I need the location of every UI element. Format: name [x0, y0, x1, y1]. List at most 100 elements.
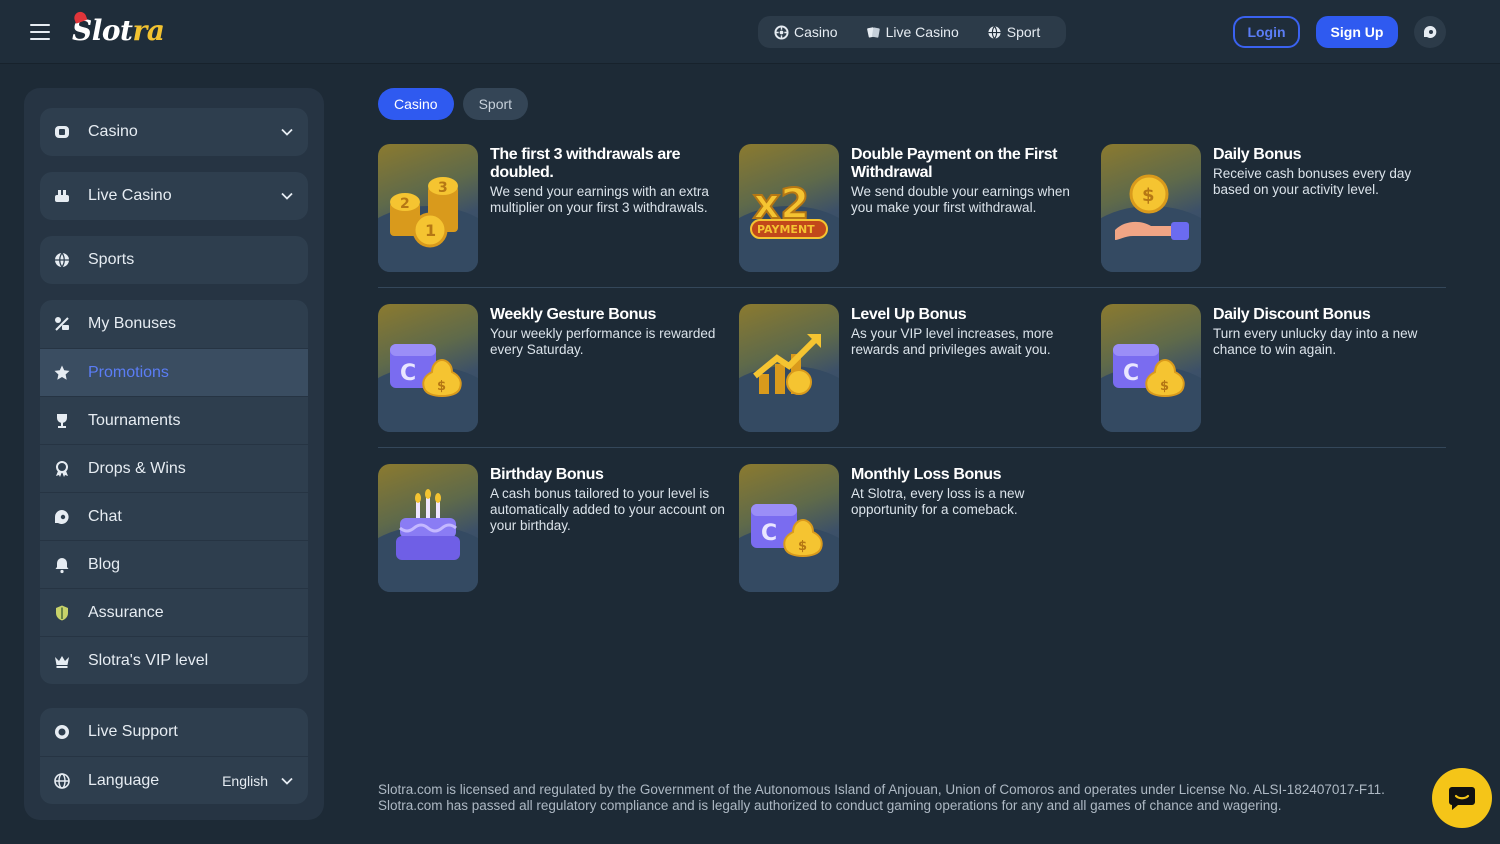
- sidebar-item-my-bonuses[interactable]: My Bonuses: [40, 300, 308, 348]
- chevron-down-icon: [281, 128, 293, 136]
- promo-thumbnail: x2 PAYMENT: [739, 144, 839, 272]
- promo-tabs: Casino Sport: [378, 88, 529, 120]
- sidebar-item-live-casino[interactable]: Live Casino: [40, 172, 308, 220]
- top-header: Slotra Casino Live Casino Sport Login Si…: [0, 0, 1500, 64]
- row-divider: [378, 447, 1446, 448]
- sidebar-group-account: My Bonuses Promotions Tournaments Drops …: [40, 300, 308, 684]
- svg-text:C: C: [400, 361, 416, 386]
- hand-coin-icon: $: [1115, 174, 1189, 240]
- svg-text:$: $: [1142, 185, 1155, 206]
- promo-description: Your weekly performance is rewarded ever…: [490, 326, 716, 357]
- sidebar: Casino Live Casino Sports My Bonuses Pro…: [24, 88, 324, 820]
- trophy-icon: [52, 411, 72, 431]
- chart-up-icon: [753, 334, 821, 395]
- promo-thumbnail: C $: [1101, 304, 1201, 432]
- chat-bubble-icon: [1449, 787, 1475, 810]
- promo-card[interactable]: C $ Daily Discount Bonus Turn every unlu…: [1101, 304, 1446, 432]
- promo-title: The first 3 withdrawals are doubled.: [490, 146, 681, 181]
- promo-description: A cash bonus tailored to your level is a…: [490, 486, 725, 533]
- slotra-logo[interactable]: Slotra: [72, 10, 165, 50]
- header-chat-button[interactable]: [1414, 16, 1446, 48]
- promo-card[interactable]: C $ Monthly Loss Bonus At Slotra, every …: [739, 464, 1084, 592]
- svg-text:1: 1: [425, 221, 436, 240]
- menu-icon[interactable]: [30, 24, 50, 40]
- promo-card[interactable]: Birthday Bonus A cash bonus tailored to …: [378, 464, 725, 592]
- license-line-2: Slotra.com has passed all regulatory com…: [378, 798, 1282, 813]
- sidebar-item-live-support[interactable]: Live Support: [40, 708, 308, 756]
- x2-payment-icon: x2 PAYMENT: [750, 178, 828, 239]
- sidebar-item-chat[interactable]: Chat: [40, 492, 308, 540]
- calendar-money-bag-icon: C $: [751, 504, 823, 558]
- promo-title: Monthly Loss Bonus: [851, 466, 1002, 483]
- sidebar-item-tournaments[interactable]: Tournaments: [40, 396, 308, 444]
- sidebar-item-promotions[interactable]: Promotions: [40, 348, 308, 396]
- signup-button[interactable]: Sign Up: [1316, 16, 1398, 48]
- sidebar-item-sports[interactable]: Sports: [40, 236, 308, 284]
- promo-thumbnail: $: [1101, 144, 1201, 272]
- promo-description: As your VIP level increases, more reward…: [851, 326, 1054, 357]
- promo-description: Turn every unlucky day into a new chance…: [1213, 326, 1418, 357]
- svg-text:C: C: [1123, 361, 1139, 386]
- live-casino-icon: [52, 186, 72, 206]
- promo-title: Daily Discount Bonus: [1213, 306, 1371, 323]
- promo-card[interactable]: x2 PAYMENT Double Payment on the First W…: [739, 144, 1084, 272]
- sidebar-group-games: Casino Live Casino Sports: [40, 108, 308, 284]
- promo-description: Receive cash bonuses every day based on …: [1213, 166, 1412, 197]
- license-text: Slotra.com is licensed and regulated by …: [378, 782, 1438, 814]
- headset-icon: [52, 722, 72, 742]
- language-value: English: [222, 772, 268, 789]
- svg-text:3: 3: [438, 180, 448, 196]
- svg-text:$: $: [437, 379, 446, 394]
- promo-description: At Slotra, every loss is a new opportuni…: [851, 486, 1025, 517]
- promo-title: Daily Bonus: [1213, 146, 1302, 163]
- login-button[interactable]: Login: [1233, 16, 1300, 48]
- tab-casino[interactable]: Casino: [378, 88, 454, 120]
- nav-casino[interactable]: Casino: [774, 24, 838, 40]
- sidebar-item-language[interactable]: Language English: [40, 756, 308, 804]
- sidebar-item-casino[interactable]: Casino: [40, 108, 308, 156]
- promo-card[interactable]: $ Daily Bonus Receive cash bonuses every…: [1101, 144, 1446, 272]
- crown-icon: [52, 651, 72, 671]
- ball-icon: [52, 250, 72, 270]
- promo-thumbnail: [378, 464, 478, 592]
- tab-sport[interactable]: Sport: [462, 88, 529, 120]
- nav-sport[interactable]: Sport: [987, 24, 1040, 40]
- license-line-1: Slotra.com is licensed and regulated by …: [378, 782, 1385, 797]
- svg-text:$: $: [798, 539, 807, 554]
- svg-text:PAYMENT: PAYMENT: [757, 223, 815, 236]
- promo-title: Level Up Bonus: [851, 306, 967, 323]
- calendar-money-bag-icon: C $: [390, 344, 462, 398]
- promo-title: Double Payment on the First Withdrawal: [851, 146, 1058, 181]
- promo-thumbnail: 3 2 1: [378, 144, 478, 272]
- sidebar-item-blog[interactable]: Blog: [40, 540, 308, 588]
- promo-description: We send your earnings with an extra mult…: [490, 184, 709, 215]
- promo-card[interactable]: C $ Weekly Gesture Bonus Your weekly per…: [378, 304, 723, 432]
- star-icon: [52, 363, 72, 383]
- live-chat-button[interactable]: [1432, 768, 1492, 828]
- sidebar-item-drops-wins[interactable]: Drops & Wins: [40, 444, 308, 492]
- sidebar-item-vip-level[interactable]: Slotra's VIP level: [40, 636, 308, 684]
- promo-thumbnail: [739, 304, 839, 432]
- promo-card[interactable]: 3 2 1 The first 3 withdrawals are double…: [378, 144, 723, 272]
- nav-live-casino[interactable]: Live Casino: [866, 24, 959, 40]
- sidebar-item-assurance[interactable]: Assurance: [40, 588, 308, 636]
- svg-text:2: 2: [400, 196, 410, 212]
- top-nav: Casino Live Casino Sport: [758, 16, 1066, 48]
- sidebar-group-support: Live Support Language English: [40, 708, 308, 804]
- promo-card[interactable]: Level Up Bonus As your VIP level increas…: [739, 304, 1084, 432]
- row-divider: [378, 287, 1446, 288]
- svg-text:$: $: [1160, 379, 1169, 394]
- chevron-down-icon: [281, 192, 293, 200]
- roulette-icon: [774, 24, 789, 40]
- chat-icon: [52, 507, 72, 527]
- globe-icon: [52, 771, 72, 791]
- promo-title: Birthday Bonus: [490, 466, 604, 483]
- calendar-money-bag-icon: C $: [1113, 344, 1185, 398]
- chevron-down-icon: [281, 777, 293, 785]
- promo-description: We send double your earnings when you ma…: [851, 184, 1070, 215]
- bell-icon: [52, 555, 72, 575]
- bonus-icon: [52, 314, 72, 334]
- birthday-cake-icon: [396, 489, 460, 560]
- chat-bubble-icon: [1424, 25, 1437, 38]
- coin-stack-icon: 3 2 1: [390, 177, 458, 248]
